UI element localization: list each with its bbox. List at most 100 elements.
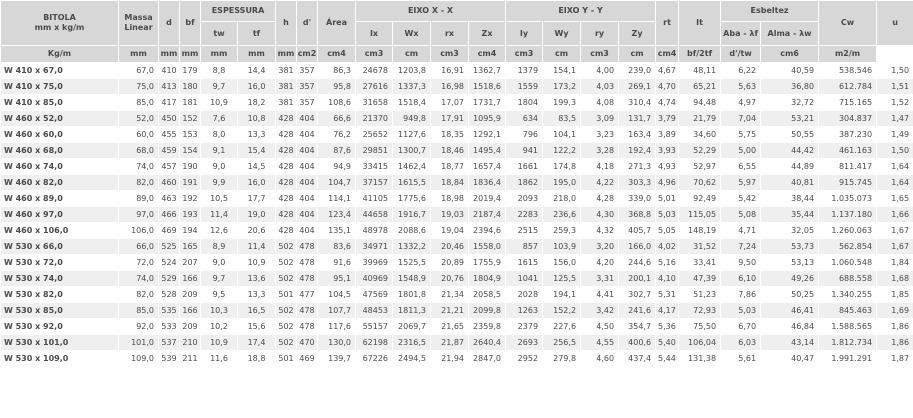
table-cell: 8,9 <box>200 238 238 255</box>
table-cell: 20,6 <box>236 222 277 239</box>
table-cell: 15,6 <box>236 318 277 335</box>
table-cell: 428 <box>275 206 298 223</box>
row-bitola: W 460 x 74,0 <box>0 158 119 175</box>
table-cell: 478 <box>296 270 319 287</box>
table-cell: 21,21 <box>430 302 470 319</box>
table-cell: 3,20 <box>580 238 620 255</box>
table-cell: 941 <box>505 142 544 159</box>
table-cell: 5,42 <box>720 190 762 207</box>
table-cell: 404 <box>296 158 319 175</box>
table-cell: 2099,8 <box>468 302 507 319</box>
table-cell: 404 <box>296 206 319 223</box>
table-cell: 166,0 <box>618 238 657 255</box>
table-cell: 1362,7 <box>468 62 507 79</box>
table-cell: 195,0 <box>542 174 582 191</box>
table-cell: 387.230 <box>818 126 878 143</box>
table-cell: 131,38 <box>678 350 722 367</box>
table-cell: 3,09 <box>580 110 620 127</box>
table-cell: 7,04 <box>720 110 762 127</box>
table-cell: 1916,7 <box>392 206 432 223</box>
table-cell: 19,03 <box>430 206 470 223</box>
header-ry: ry <box>580 21 620 46</box>
row-bitola: W 460 x 68,0 <box>0 142 119 159</box>
table-cell: 218,0 <box>542 190 582 207</box>
table-cell: 174,8 <box>542 158 582 175</box>
table-cell: 19,0 <box>236 206 277 223</box>
table-cell: 156,0 <box>542 254 582 271</box>
table-cell: 310,4 <box>618 94 657 111</box>
table-cell: 199,3 <box>542 94 582 111</box>
table-cell: 207 <box>179 254 201 271</box>
table-cell: 357 <box>296 62 319 79</box>
table-cell: 9,5 <box>200 286 238 303</box>
table-cell: 405,7 <box>618 222 657 239</box>
table-cell: 2394,6 <box>468 222 507 239</box>
table-cell: 2058,5 <box>468 286 507 303</box>
row-bitola: W 410 x 75,0 <box>0 78 119 95</box>
table-cell: 31,52 <box>678 238 722 255</box>
table-cell: 236,6 <box>542 206 582 223</box>
table-cell: 357 <box>296 94 319 111</box>
table-cell: 1518,6 <box>468 78 507 95</box>
table-cell: 1804,9 <box>468 270 507 287</box>
table-cell: 478 <box>296 318 319 335</box>
table-cell: 1.060.548 <box>818 254 878 271</box>
table-cell: 1836,4 <box>468 174 507 191</box>
table-cell: 3,93 <box>655 142 680 159</box>
table-cell: 148,19 <box>678 222 722 239</box>
table-cell: 40,81 <box>760 174 820 191</box>
table-row: W 530 x 74,0 74,0 529 166 9,7 13,6 502 478 95,1 4… <box>0 270 913 287</box>
table-cell: 52,97 <box>678 158 722 175</box>
table-cell: 46,41 <box>760 302 820 319</box>
row-bitola: W 460 x 60,0 <box>0 126 119 143</box>
table-cell: 1661 <box>505 158 544 175</box>
table-cell: 13,6 <box>236 270 277 287</box>
table-cell: 304.837 <box>818 110 878 127</box>
table-cell: 67,0 <box>118 62 159 79</box>
table-cell: 20,89 <box>430 254 470 271</box>
table-cell: 3,79 <box>655 110 680 127</box>
table-cell: 10,9 <box>200 334 238 351</box>
table-cell: 125,5 <box>542 270 582 287</box>
table-cell: 74,0 <box>118 270 159 287</box>
table-cell: 53,73 <box>760 238 820 255</box>
table-cell: 65,21 <box>678 78 722 95</box>
table-cell: 14,4 <box>236 62 277 79</box>
table-cell: 5,05 <box>655 222 680 239</box>
unit-cell: mm <box>275 45 298 63</box>
table-cell: 66,6 <box>317 110 357 127</box>
table-cell: 1.260.063 <box>818 222 878 239</box>
table-cell: 82,0 <box>118 286 159 303</box>
table-cell: 85,0 <box>118 94 159 111</box>
table-cell: 18,2 <box>236 94 277 111</box>
table-cell: 4,70 <box>655 78 680 95</box>
table-cell: 6,03 <box>720 334 762 351</box>
table-cell: 2069,7 <box>392 318 432 335</box>
table-cell: 404 <box>296 110 319 127</box>
table-cell: 381 <box>275 94 298 111</box>
table-cell: 4,60 <box>580 350 620 367</box>
unit-cell: cm <box>542 45 582 63</box>
table-cell: 194,1 <box>542 286 582 303</box>
table-cell: 50,55 <box>760 126 820 143</box>
header-cw: Cw <box>818 0 878 46</box>
table-cell: 2019,4 <box>468 190 507 207</box>
table-cell: 7,86 <box>720 286 762 303</box>
table-cell: 4,17 <box>655 302 680 319</box>
table-cell: 7,6 <box>200 110 238 127</box>
table-cell: 115,05 <box>678 206 722 223</box>
table-cell: 44,42 <box>760 142 820 159</box>
header-aba: Aba - λf <box>720 21 762 46</box>
table-cell: 13,3 <box>236 286 277 303</box>
table-cell: 18,46 <box>430 142 470 159</box>
table-cell: 466 <box>158 206 180 223</box>
unit-cell: cm3 <box>580 45 620 63</box>
table-cell: 857 <box>505 238 544 255</box>
table-cell: 4,28 <box>580 190 620 207</box>
table-cell: 209 <box>179 318 201 335</box>
table-cell: 48,11 <box>678 62 722 79</box>
table-cell: 1300,7 <box>392 142 432 159</box>
table-cell: 477 <box>296 286 319 303</box>
header-dlinha: d' <box>296 0 319 46</box>
table-cell: 1525,5 <box>392 254 432 271</box>
